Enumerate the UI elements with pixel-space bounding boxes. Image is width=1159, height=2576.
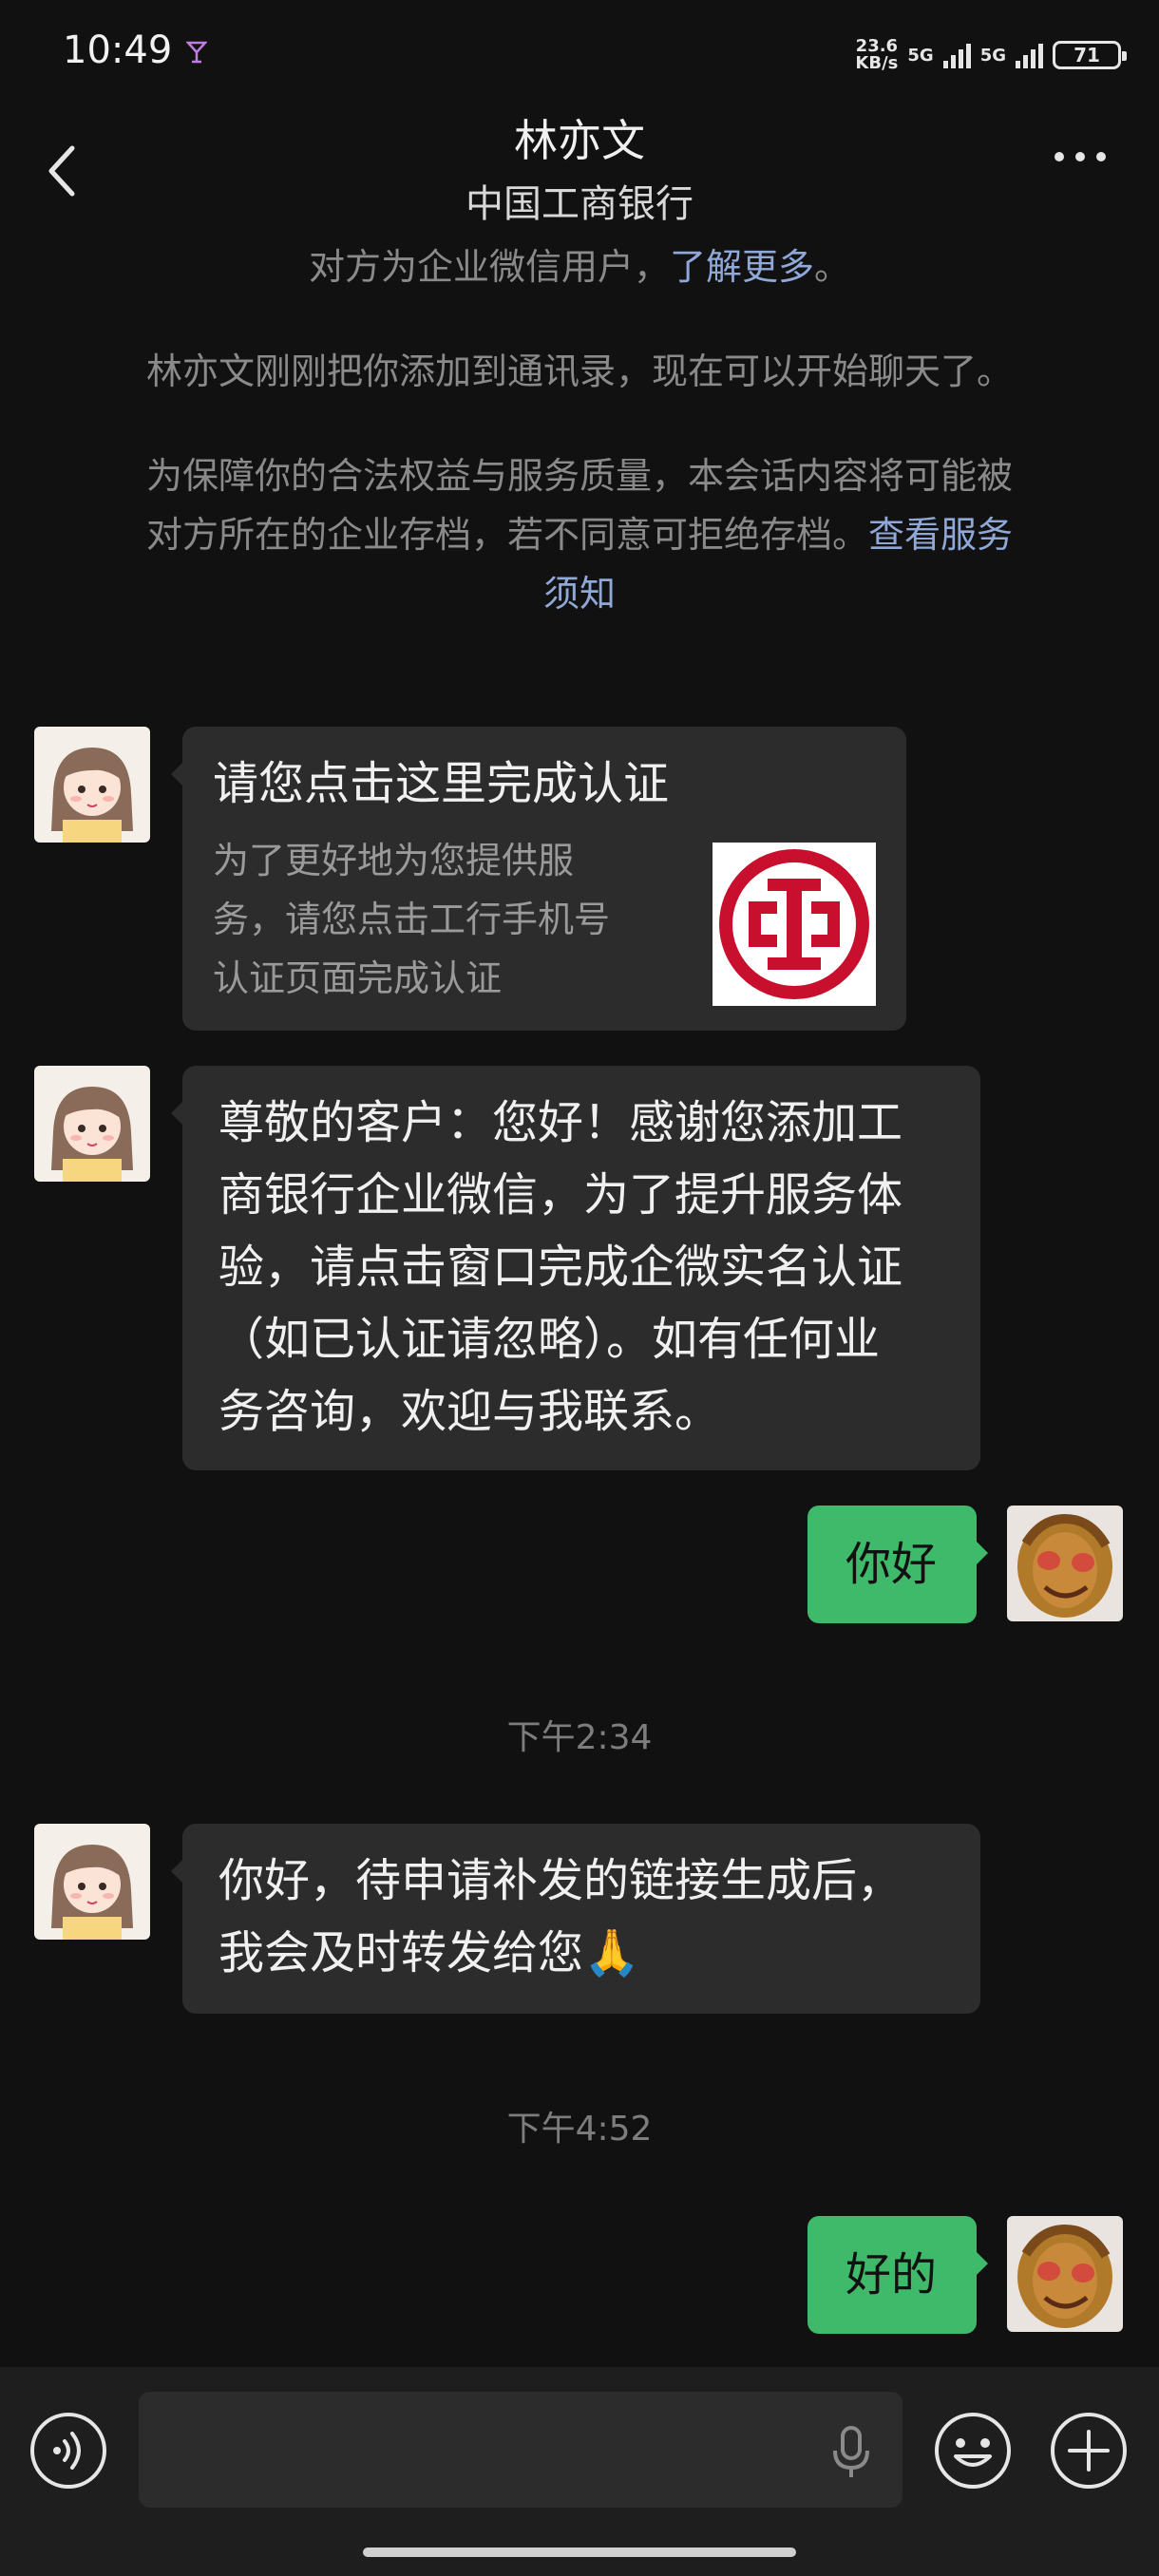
avatar-sender[interactable] <box>34 1066 150 1182</box>
reply-message[interactable]: 你好，待申请补发的链接生成后， 我会及时转发给您🙏 <box>171 1824 980 2014</box>
network-type-2: 5G <box>979 45 1006 66</box>
avatar-sender[interactable] <box>34 727 150 843</box>
network-speed: 23.6 KB/s <box>855 36 899 73</box>
plus-icon[interactable] <box>1049 2411 1129 2491</box>
learn-more-link[interactable]: 了解更多 <box>670 246 814 288</box>
sent-message-hello[interactable]: 你好 <box>808 1506 988 1623</box>
notice-message[interactable]: 尊敬的客户：您好！感谢您添加工 商银行企业微信，为了提升服务体 验，请点击窗口完… <box>171 1066 980 1470</box>
auth-card-message[interactable]: 请您点击这里完成认证 为了更好地为您提供服 务，请您点击工行手机号 认证页面完成… <box>171 727 906 1031</box>
avatar-self[interactable] <box>1007 2216 1123 2332</box>
network-type-1: 5G <box>907 45 934 66</box>
notice-text: 尊敬的客户：您好！感谢您添加工 商银行企业微信，为了提升服务体 验，请点击窗口完… <box>218 1096 903 1438</box>
timestamp-2: 下午4:52 <box>506 2110 653 2149</box>
voice-toggle-icon[interactable] <box>28 2411 108 2491</box>
service-terms-link[interactable]: 查看服务 <box>868 514 1013 556</box>
card-title: 请您点击这里完成认证 <box>213 757 670 810</box>
icbc-logo-icon <box>712 843 876 1006</box>
service-terms-link-cont[interactable]: 须知 <box>57 564 1102 623</box>
status-indicators: 23.6 KB/s 5G 5G 71 <box>855 34 1127 76</box>
card-description: 为了更好地为您提供服 务，请您点击工行手机号 认证页面完成认证 <box>213 840 611 999</box>
reply-text: 你好，待申请补发的链接生成后， 我会及时转发给您🙏 <box>218 1854 903 1979</box>
more-dots-icon[interactable] <box>1054 152 1106 161</box>
avatar-sender[interactable] <box>34 1824 150 1940</box>
archive-notice: 为保障你的合法权益与服务质量，本会话内容将可能被 对方所在的企业存档，若不同意可… <box>57 446 1102 623</box>
cocktail-icon <box>186 41 207 64</box>
status-time: 10:49 <box>63 28 173 72</box>
battery-icon: 71 <box>1053 41 1127 69</box>
timestamp-1: 下午2:34 <box>506 1718 653 1757</box>
sent-message-ok[interactable]: 好的 <box>808 2216 988 2334</box>
message-input[interactable] <box>139 2392 902 2508</box>
added-notice: 林亦文刚刚把你添加到通讯录，现在可以开始聊天了。 <box>145 350 1013 392</box>
chat-title: 林亦文 <box>514 115 645 166</box>
avatar-self[interactable] <box>1007 1506 1123 1621</box>
signal-icon <box>942 42 971 68</box>
home-indicator[interactable] <box>363 2548 796 2557</box>
prayer-hands-icon: 🙏 <box>583 1926 640 1979</box>
emoji-icon[interactable] <box>933 2411 1013 2491</box>
signal-icon-2 <box>1016 42 1043 68</box>
enterprise-notice: 对方为企业微信用户，了解更多。 <box>308 246 851 288</box>
chat-subtitle: 中国工商银行 <box>466 182 694 226</box>
microphone-icon[interactable] <box>830 2424 872 2481</box>
